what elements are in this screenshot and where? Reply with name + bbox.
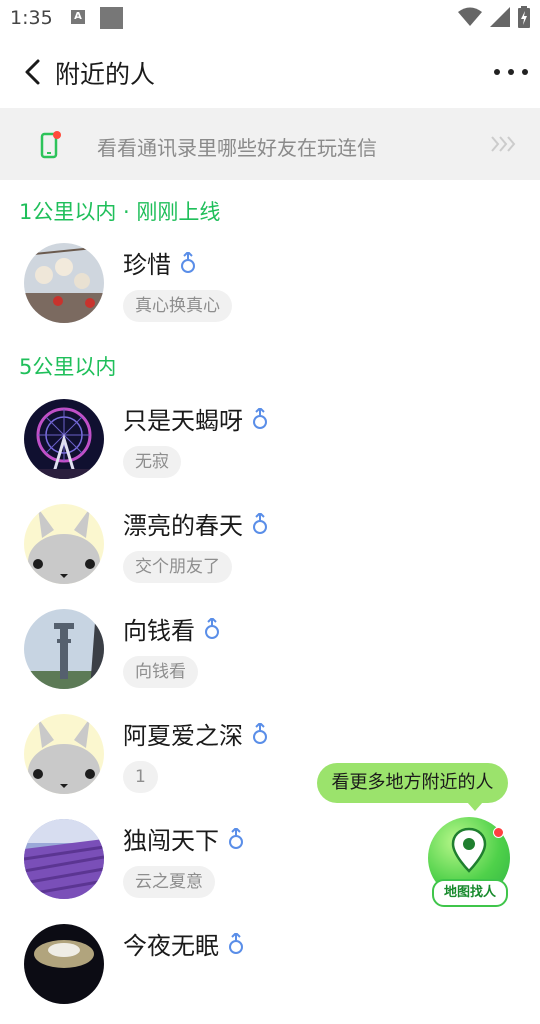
person-name: 只是天蝎呀 bbox=[123, 401, 269, 436]
person-name: 向钱看 bbox=[123, 611, 221, 646]
list-item[interactable]: 珍惜 真心换真心 bbox=[0, 243, 540, 343]
male-icon bbox=[253, 407, 267, 429]
list-item[interactable]: 今夜无眠 bbox=[0, 924, 540, 1024]
person-name: 今夜无眠 bbox=[123, 926, 245, 961]
map-find-people-button[interactable]: 地图找人 bbox=[428, 817, 510, 907]
male-icon bbox=[229, 932, 243, 954]
signature-tag: 无寂 bbox=[123, 446, 181, 478]
avatar bbox=[24, 504, 104, 584]
avatar bbox=[24, 399, 104, 479]
male-icon bbox=[205, 617, 219, 639]
male-icon bbox=[253, 722, 267, 744]
person-name-text: 向钱看 bbox=[123, 617, 195, 645]
signature-tag: 交个朋友了 bbox=[123, 551, 232, 583]
location-pin-icon bbox=[451, 827, 487, 873]
signature-tag: 真心换真心 bbox=[123, 290, 232, 322]
notification-square-icon bbox=[100, 7, 123, 29]
page-title: 附近的人 bbox=[55, 60, 156, 89]
back-arrow-icon[interactable] bbox=[20, 58, 46, 86]
section-title-1km: 1公里以内 · 刚刚上线 bbox=[19, 200, 221, 224]
person-name-text: 漂亮的春天 bbox=[123, 512, 243, 540]
person-name-text: 阿夏爱之深 bbox=[123, 722, 243, 750]
avatar bbox=[24, 924, 104, 1004]
wifi-icon bbox=[458, 7, 482, 26]
male-icon bbox=[181, 251, 195, 273]
list-item[interactable]: 向钱看 向钱看 bbox=[0, 609, 540, 709]
list-item[interactable]: 只是天蝎呀 无寂 bbox=[0, 399, 540, 499]
more-places-bubble[interactable]: 看更多地方附近的人 bbox=[317, 763, 508, 811]
list-item[interactable]: 漂亮的春天 交个朋友了 bbox=[0, 504, 540, 604]
person-name: 阿夏爱之深 bbox=[123, 716, 269, 751]
section-title-5km: 5公里以内 bbox=[19, 355, 117, 379]
person-name: 独闯天下 bbox=[123, 821, 245, 856]
notification-dot bbox=[493, 827, 504, 838]
status-bar: 1:35 A bbox=[0, 0, 540, 36]
person-name: 珍惜 bbox=[123, 245, 197, 280]
signature-tag: 1 bbox=[123, 761, 158, 793]
person-name-text: 今夜无眠 bbox=[123, 932, 219, 960]
chevrons-right-icon bbox=[491, 136, 516, 152]
battery-icon bbox=[518, 6, 530, 28]
signal-icon bbox=[490, 7, 510, 27]
notification-a-icon: A bbox=[71, 10, 85, 24]
avatar bbox=[24, 609, 104, 689]
person-name-text: 独闯天下 bbox=[123, 827, 219, 855]
person-name-text: 只是天蝎呀 bbox=[123, 407, 243, 435]
banner-text: 看看通讯录里哪些好友在玩连信 bbox=[97, 136, 377, 160]
male-icon bbox=[229, 827, 243, 849]
avatar bbox=[24, 714, 104, 794]
app-header: 附近的人 bbox=[0, 36, 540, 108]
person-name: 漂亮的春天 bbox=[123, 506, 269, 541]
status-time: 1:35 bbox=[10, 7, 53, 29]
more-options-icon[interactable] bbox=[494, 58, 528, 86]
status-icons bbox=[458, 6, 530, 28]
male-icon bbox=[253, 512, 267, 534]
phone-icon bbox=[40, 131, 61, 159]
avatar bbox=[24, 243, 104, 323]
map-button-label: 地图找人 bbox=[432, 879, 508, 907]
signature-tag: 向钱看 bbox=[123, 656, 198, 688]
signature-tag: 云之夏意 bbox=[123, 866, 215, 898]
avatar bbox=[24, 819, 104, 899]
person-name-text: 珍惜 bbox=[123, 251, 171, 279]
